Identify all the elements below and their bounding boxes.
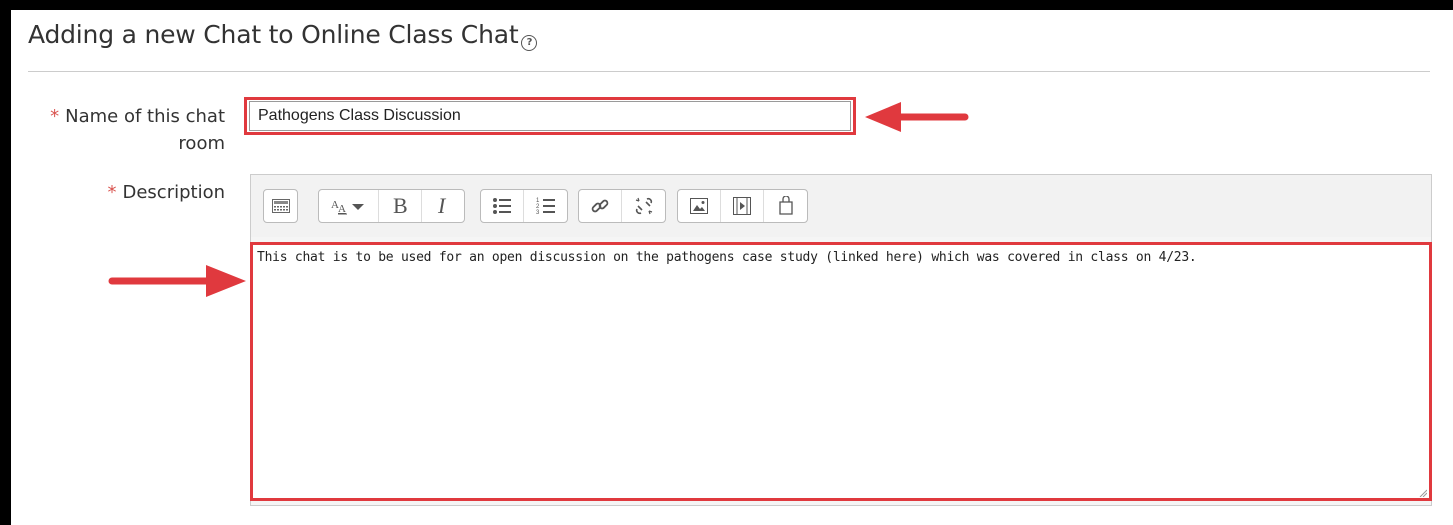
link-icon[interactable] bbox=[579, 190, 622, 222]
page-title: Adding a new Chat to Online Class Chat? bbox=[28, 20, 538, 51]
media-icon[interactable] bbox=[721, 190, 764, 222]
annotation-arrow-name bbox=[865, 102, 969, 132]
svg-text:3: 3 bbox=[536, 210, 540, 216]
show-more-buttons-icon[interactable] bbox=[264, 190, 297, 222]
required-asterisk: * bbox=[50, 106, 60, 127]
resize-grip-icon[interactable] bbox=[1419, 489, 1427, 497]
font-style-dropdown-icon[interactable]: AA bbox=[319, 190, 379, 222]
numbered-list-icon[interactable]: 123 bbox=[524, 190, 567, 222]
name-label-line1: Name of this chat bbox=[65, 106, 225, 127]
editor-toolbar: AA B I 123 bbox=[251, 175, 1431, 237]
description-field-label: * Description bbox=[107, 179, 225, 206]
svg-text:A: A bbox=[338, 203, 346, 215]
page-title-text: Adding a new Chat to Online Class Chat bbox=[28, 20, 519, 49]
toolbar-group-lists: 123 bbox=[480, 189, 568, 223]
unlink-icon[interactable] bbox=[622, 190, 665, 222]
chat-name-input[interactable] bbox=[249, 101, 851, 131]
italic-icon[interactable]: I bbox=[422, 190, 464, 222]
title-divider bbox=[28, 71, 1430, 72]
add-chat-form: Adding a new Chat to Online Class Chat? … bbox=[11, 10, 1453, 525]
name-field-label: * Name of this chat room bbox=[50, 103, 225, 157]
description-label: Description bbox=[122, 182, 225, 203]
svg-text:B: B bbox=[393, 195, 408, 217]
annotation-arrow-description bbox=[108, 265, 246, 297]
toolbar-group-show-more bbox=[263, 189, 298, 223]
description-textarea[interactable] bbox=[250, 242, 1432, 501]
svg-text:I: I bbox=[437, 195, 447, 217]
bullet-list-icon[interactable] bbox=[481, 190, 524, 222]
toolbar-group-text: AA B I bbox=[318, 189, 465, 223]
description-text: This chat is to be used for an open disc… bbox=[257, 250, 1197, 265]
bold-icon[interactable]: B bbox=[379, 190, 422, 222]
name-label-line2: room bbox=[178, 133, 225, 154]
required-asterisk: * bbox=[107, 182, 117, 203]
question-circle-icon[interactable]: ? bbox=[521, 34, 538, 51]
manage-files-icon[interactable] bbox=[764, 190, 807, 222]
toolbar-group-links bbox=[578, 189, 666, 223]
toolbar-group-media bbox=[677, 189, 808, 223]
image-icon[interactable] bbox=[678, 190, 721, 222]
